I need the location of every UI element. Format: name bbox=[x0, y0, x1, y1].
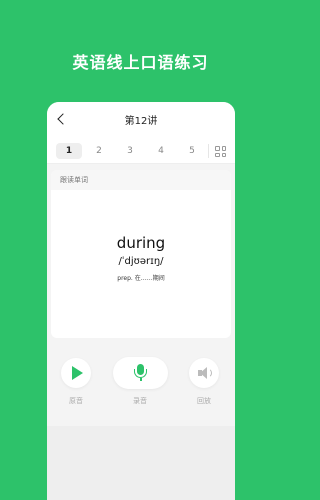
word-card: 跟读单词 during /ˈdjʊərɪŋ/ prep. 在……期间 bbox=[51, 170, 231, 338]
card-header-label: 跟读单词 bbox=[51, 170, 231, 190]
speaker-icon-wave bbox=[206, 368, 212, 378]
play-icon bbox=[72, 366, 83, 380]
play-original-button[interactable] bbox=[61, 358, 91, 388]
record-button[interactable] bbox=[113, 357, 168, 389]
meaning-text: prep. 在……期间 bbox=[117, 275, 165, 282]
tab-4[interactable]: 4 bbox=[148, 143, 174, 159]
lesson-tabs: 1 2 3 4 5 bbox=[47, 138, 235, 164]
controls-bar: 原音 录音 回放 bbox=[47, 346, 235, 426]
promo-title: 英语线上口语练习 bbox=[72, 53, 209, 72]
tab-1[interactable]: 1 bbox=[56, 143, 82, 159]
phonetic-text: /ˈdjʊərɪŋ/ bbox=[118, 256, 164, 267]
word-text: during bbox=[116, 234, 166, 252]
lesson-title: 第12讲 bbox=[124, 116, 158, 127]
top-bar: 第12讲 bbox=[47, 102, 235, 138]
play-label: 原音 bbox=[69, 397, 83, 405]
microphone-icon-stem bbox=[140, 378, 142, 381]
record-label: 录音 bbox=[133, 397, 147, 405]
tab-5[interactable]: 5 bbox=[179, 143, 205, 159]
microphone-icon-cup bbox=[134, 369, 147, 378]
tab-2[interactable]: 2 bbox=[86, 143, 112, 159]
playback-label: 回放 bbox=[197, 397, 211, 405]
tab-3[interactable]: 3 bbox=[117, 143, 143, 159]
playback-button[interactable] bbox=[189, 358, 219, 388]
bottom-area bbox=[47, 426, 235, 500]
grid-menu-icon[interactable] bbox=[215, 146, 226, 157]
tab-divider bbox=[208, 144, 209, 158]
phone-screen: 第12讲 1 2 3 4 5 跟读单词 during /ˈdjʊərɪŋ/ pr… bbox=[47, 102, 235, 500]
